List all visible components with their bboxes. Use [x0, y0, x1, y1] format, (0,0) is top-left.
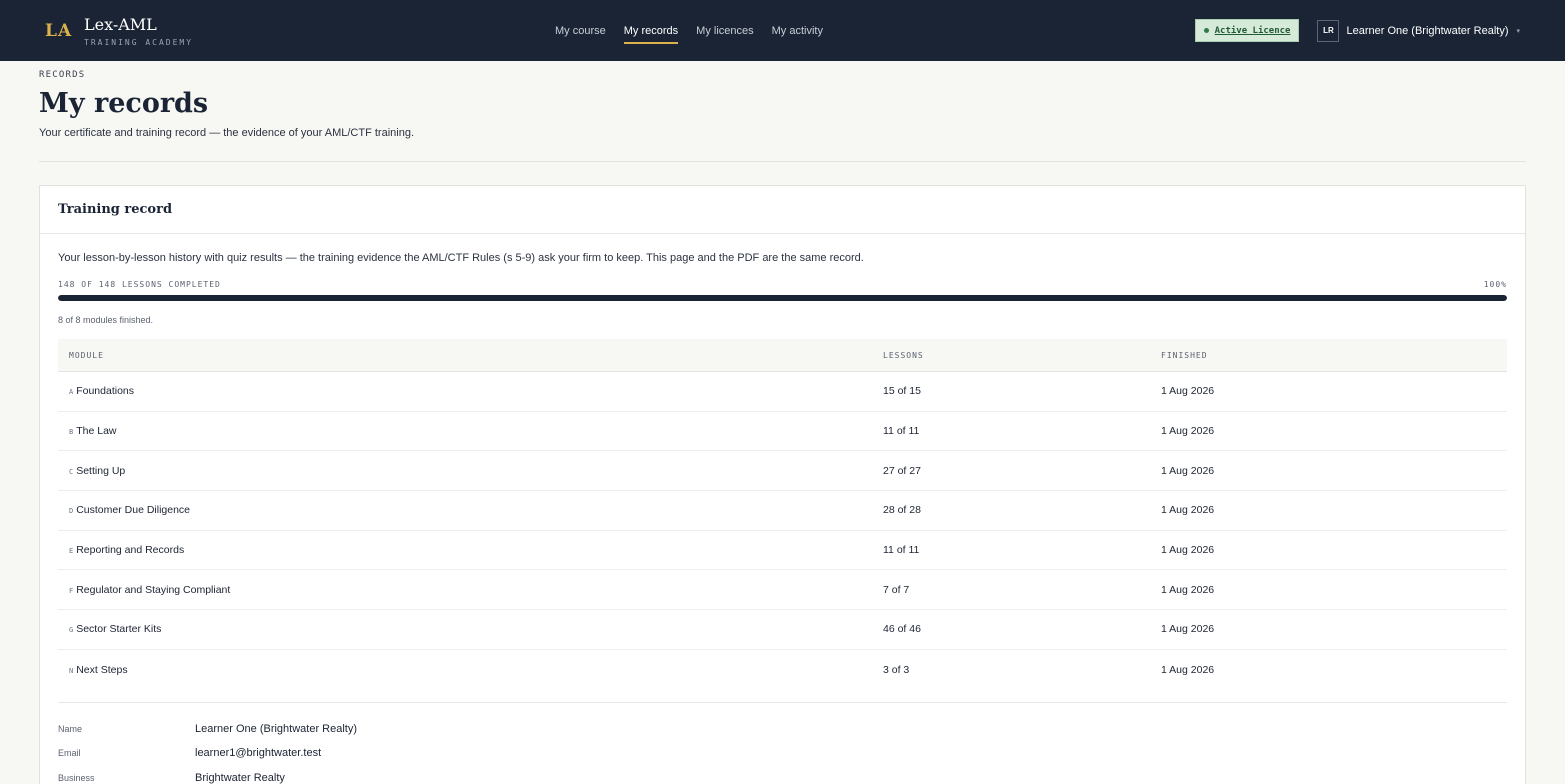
- lessons-cell: 28 of 28: [883, 504, 921, 517]
- nav-my-course[interactable]: My course: [555, 0, 606, 61]
- brand-logo[interactable]: LA Lex-AML TRAINING ACADEMY: [45, 15, 193, 47]
- progress-bar: [58, 295, 1507, 301]
- progress-percent: 100%: [1483, 280, 1507, 289]
- detail-key: Business: [58, 772, 95, 783]
- main-nav: My course My records My licences My acti…: [555, 0, 823, 61]
- module-cell: C Setting Up: [58, 465, 883, 477]
- table-header: MODULE LESSONS FINISHED: [58, 339, 1507, 372]
- status-dot-icon: [1203, 28, 1209, 33]
- table-row: D Customer Due Diligence 28 of 28 1 Aug 202…: [58, 491, 1507, 531]
- column-header-lessons: LESSONS: [883, 350, 924, 360]
- module-cell: E Reporting and Records: [58, 544, 883, 556]
- lessons-cell: 3 of 3: [883, 663, 910, 676]
- page-eyebrow: RECORDS: [39, 70, 86, 80]
- column-header-finished: FINISHED: [1161, 350, 1208, 360]
- detail-row: Business Brightwater Realty: [58, 766, 1507, 784]
- nav-my-records[interactable]: My records: [623, 0, 679, 61]
- modules-finished-note: 8 of 8 modules finished.: [58, 315, 154, 325]
- finished-cell: 1 Aug 2026: [1161, 663, 1215, 676]
- module-cell: G Sector Starter Kits: [58, 623, 883, 635]
- module-letter: E: [69, 547, 74, 556]
- brand-name: Lex-AML: [84, 14, 157, 34]
- training-record-title: Training record: [58, 202, 173, 217]
- nav-my-licences[interactable]: My licences: [696, 0, 753, 61]
- detail-key: Name: [58, 723, 83, 734]
- finished-cell: 1 Aug 2026: [1161, 425, 1215, 438]
- module-cell: N Next Steps: [58, 664, 883, 676]
- module-cell: B The Law: [58, 425, 883, 437]
- module-name: Sector Starter Kits: [76, 623, 162, 636]
- finished-cell: 1 Aug 2026: [1161, 385, 1215, 398]
- detail-value: learner1@brightwater.test: [195, 747, 322, 760]
- detail-value: Learner One (Brightwater Realty): [195, 722, 358, 735]
- module-cell: D Customer Due Diligence: [58, 504, 883, 516]
- module-name: Next Steps: [76, 663, 128, 676]
- user-menu[interactable]: LR Learner One (Brightwater Realty) ▾: [1317, 19, 1520, 42]
- module-letter: B: [69, 428, 74, 437]
- avatar: LR: [1317, 19, 1340, 42]
- finished-cell: 1 Aug 2026: [1161, 583, 1215, 596]
- table-row: F Regulator and Staying Compliant 7 of 71 …: [58, 570, 1507, 611]
- page-subtitle: Your certificate and training record — t…: [39, 127, 415, 139]
- module-cell: F Regulator and Staying Compliant: [58, 584, 883, 596]
- module-letter: G: [69, 626, 74, 635]
- module-name: Regulator and Staying Compliant: [76, 583, 231, 596]
- learner-details: Name Learner One (Brightwater Realty) Emai…: [58, 701, 1507, 784]
- module-letter: A: [69, 388, 74, 397]
- active-licence-badge[interactable]: Active Licence: [1194, 19, 1300, 42]
- training-record-card: Training record Your lesson-by-lesson hi…: [39, 185, 1526, 784]
- module-name: Customer Due Diligence: [76, 504, 191, 517]
- column-header-module: MODULE: [69, 350, 104, 360]
- detail-value: Brightwater Realty: [195, 771, 285, 784]
- chevron-down-icon: ▾: [1516, 27, 1520, 35]
- lessons-cell: 15 of 15: [883, 385, 921, 398]
- active-licence-label: Active Licence: [1214, 25, 1291, 36]
- user-name: Learner One (Brightwater Realty): [1346, 24, 1509, 37]
- lessons-cell: 11 of 11: [883, 544, 920, 557]
- module-letter: F: [69, 586, 74, 595]
- table-row: G Sector Starter Kits 46 of 46 1 Aug 2026: [58, 610, 1507, 650]
- progress-bar-fill: [58, 295, 1507, 301]
- progress-label: 148 OF 148 LESSONS COMPLETED: [58, 280, 221, 289]
- table-row: C Setting Up 27 of 27 1 Aug 2026: [58, 451, 1507, 492]
- finished-cell: 1 Aug 2026: [1161, 464, 1215, 477]
- page-content: RECORDS My records Your certificate and …: [0, 70, 1565, 784]
- lessons-cell: 11 of 11: [883, 425, 920, 438]
- divider: [39, 161, 1526, 162]
- finished-cell: 1 Aug 2026: [1161, 504, 1215, 517]
- modules-table: MODULE LESSONS FINISHED A Foundations 15 o…: [58, 339, 1507, 690]
- brand-mark: LA: [45, 20, 73, 41]
- page-title: My records: [39, 88, 209, 119]
- table-row: B The Law 11 of 11 1 Aug 2026: [58, 412, 1507, 452]
- module-cell: A Foundations: [58, 385, 883, 397]
- lessons-cell: 27 of 27: [883, 464, 921, 477]
- module-letter: C: [69, 467, 74, 476]
- training-record-intro: Your lesson-by-lesson history with quiz …: [58, 252, 864, 264]
- finished-cell: 1 Aug 2026: [1161, 544, 1215, 557]
- table-row: N Next Steps 3 of 31 Aug 2026: [58, 650, 1507, 690]
- module-letter: D: [69, 507, 74, 516]
- lessons-cell: 46 of 46: [883, 623, 921, 636]
- table-row: E Reporting and Records 11 of 11 1 Aug 2026: [58, 531, 1507, 571]
- module-name: Reporting and Records: [76, 544, 185, 557]
- module-name: Setting Up: [76, 464, 126, 477]
- module-letter: N: [69, 666, 74, 675]
- detail-key: Email: [58, 748, 81, 759]
- detail-row: Name Learner One (Brightwater Realty): [58, 717, 1507, 742]
- top-navigation-bar: LA Lex-AML TRAINING ACADEMY My course My…: [0, 0, 1565, 61]
- module-name: The Law: [76, 425, 117, 438]
- nav-my-activity[interactable]: My activity: [772, 0, 823, 61]
- brand-subtitle: TRAINING ACADEMY: [84, 37, 194, 47]
- detail-row: Email learner1@brightwater.test: [58, 741, 1507, 766]
- lessons-cell: 7 of 7: [883, 583, 910, 596]
- module-name: Foundations: [76, 385, 135, 398]
- finished-cell: 1 Aug 2026: [1161, 623, 1215, 636]
- table-row: A Foundations 15 of 15 1 Aug 2026: [58, 372, 1507, 412]
